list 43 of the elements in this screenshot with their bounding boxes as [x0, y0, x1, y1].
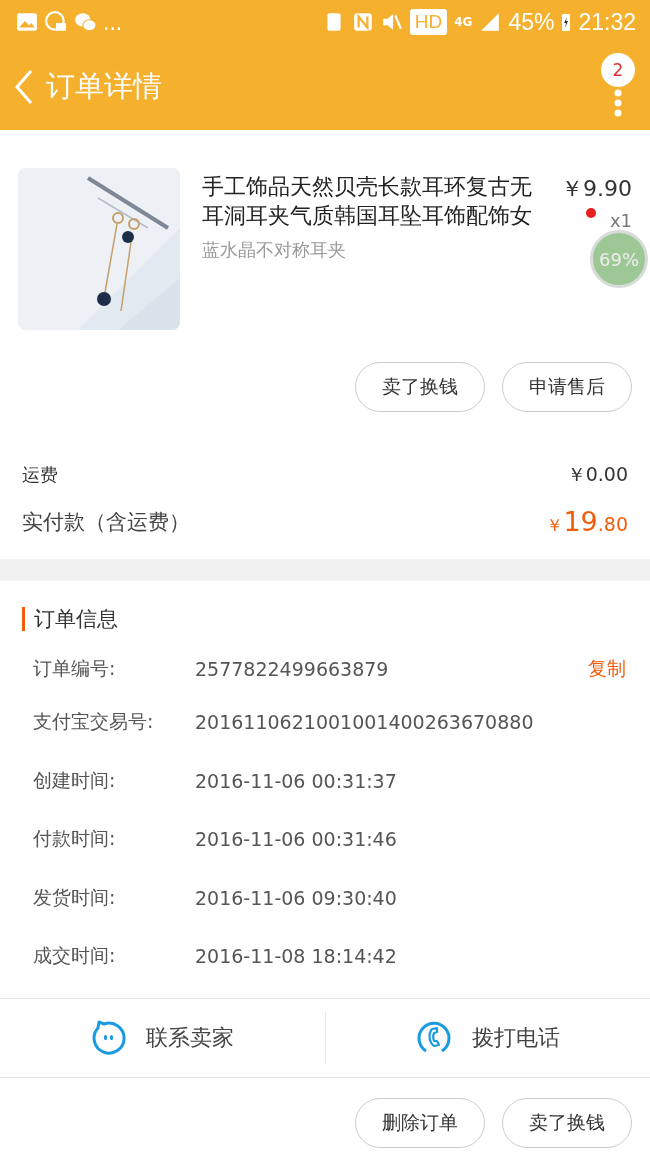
network-label: 4G [454, 15, 473, 29]
info-label: 发货时间: [33, 884, 117, 910]
battery-percent: 45% [508, 8, 555, 36]
info-value: 2016110621001001400263670880 [195, 711, 534, 734]
contact-button[interactable]: 拨打电话 [471, 1022, 560, 1053]
action-button[interactable]: 卖了换钱 [502, 1097, 632, 1148]
info-value: 2016-11-06 00:31:37 [195, 769, 397, 792]
chat-icon [74, 11, 96, 33]
image-icon [16, 11, 38, 33]
nfc-icon [351, 11, 374, 33]
hd-badge: HD [409, 9, 448, 35]
more-menu-icon[interactable] [614, 87, 622, 117]
chat-face-icon[interactable] [90, 1019, 127, 1056]
notification-badge: 2 [601, 53, 635, 87]
contact-button[interactable]: 联系卖家 [146, 1022, 235, 1053]
signal-icon [479, 11, 502, 33]
more-notifications: ... [103, 8, 123, 36]
product-quantity: x1 [609, 210, 632, 231]
back-icon[interactable] [14, 69, 34, 105]
info-label: 支付宝交易号: [33, 709, 155, 735]
info-value: 2577822499663879 [195, 658, 389, 680]
product-price: ￥9.90 [561, 175, 632, 203]
info-value: 2016-11-06 00:31:46 [195, 828, 397, 851]
battery-icon [561, 11, 572, 33]
action-button[interactable]: 删除订单 [355, 1097, 485, 1148]
paid-amount: ￥19.80 [546, 506, 628, 537]
info-value: 2016-11-08 18:14:42 [195, 945, 397, 968]
info-value: 2016-11-06 09:30:40 [195, 886, 397, 909]
action-button[interactable]: 卖了换钱 [355, 362, 485, 412]
action-button[interactable]: 申请售后 [502, 362, 632, 412]
product-variant: 蓝水晶不对称耳夹 [202, 238, 347, 262]
shipping-label: 运费 [22, 463, 58, 487]
product-title[interactable]: 手工饰品天然贝壳长款耳环复古无耳洞耳夹气质韩国耳坠耳饰配饰女 [202, 172, 538, 230]
paid-label: 实付款（含运费） [22, 508, 190, 536]
shipping-fee: ￥0.00 [566, 462, 628, 487]
info-label: 付款时间: [33, 826, 117, 852]
info-label: 成交时间: [33, 943, 117, 969]
info-label: 订单编号: [33, 656, 117, 681]
info-label: 创建时间: [33, 767, 117, 793]
section-title: 订单信息 [22, 607, 628, 631]
page-title: 订单详情 [46, 68, 162, 105]
status-dot [586, 208, 596, 218]
clock: 21:32 [578, 8, 636, 36]
